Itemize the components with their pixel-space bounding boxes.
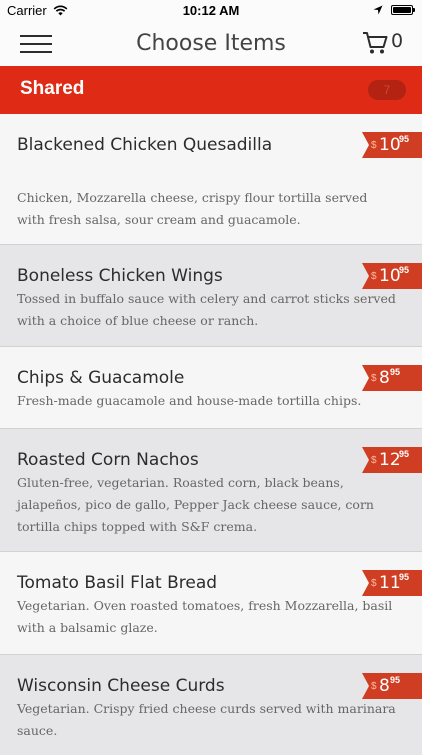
item-description: Vegetarian. Crispy fried cheese curds se… [17,701,396,738]
item-description: Gluten-free, vegetarian. Roasted corn, b… [17,475,374,534]
item-description: Chicken, Mozzarella cheese, crispy flour… [17,190,368,227]
battery-icon [391,5,415,15]
menu-item[interactable]: Chips & Guacamole $ 8 95 Fresh-made guac… [0,347,422,429]
price-tag: $ 10 95 [362,132,422,158]
price-tag: $ 8 95 [362,673,422,699]
item-name: Wisconsin Cheese Curds [17,676,225,696]
menu-item[interactable]: Boneless Chicken Wings $ 10 95 Tossed in… [0,245,422,347]
currency-symbol: $ [371,271,377,282]
navigation-bar: Choose Items 0 [0,22,422,66]
item-description: Fresh-made guacamole and house-made tort… [17,393,362,408]
section-count-badge: 7 [368,80,406,100]
item-name: Tomato Basil Flat Bread [17,573,218,593]
price-tag: $ 10 95 [362,263,422,289]
item-description: Vegetarian. Oven roasted tomatoes, fresh… [17,598,393,635]
price-dollars: 10 [379,135,401,155]
price-dollars: 8 [379,368,390,388]
menu-item[interactable]: Blackened Chicken Quesadilla $ 10 95 Chi… [0,114,422,245]
location-arrow-icon [373,5,383,15]
page-title: Choose Items [136,31,286,56]
item-description: Tossed in buffalo sauce with celery and … [17,291,396,328]
currency-symbol: $ [371,455,377,466]
section-header-shared[interactable]: Shared 7 [0,66,422,114]
item-name: Roasted Corn Nachos [17,450,199,470]
item-name: Blackened Chicken Quesadilla [17,135,273,155]
price-dollars: 11 [379,573,401,593]
menu-item[interactable]: Wisconsin Cheese Curds $ 8 95 Vegetarian… [0,655,422,755]
menu-item[interactable]: Tomato Basil Flat Bread $ 11 95 Vegetari… [0,552,422,655]
price-dollars: 8 [379,676,390,696]
price-tag: $ 12 95 [362,447,422,473]
currency-symbol: $ [371,373,377,384]
section-title: Shared [20,78,85,99]
price-cents: 95 [399,449,410,459]
price-cents: 95 [399,134,410,144]
menu-item[interactable]: Roasted Corn Nachos $ 12 95 Gluten-free,… [0,429,422,552]
clock: 10:12 AM [182,3,240,18]
price-cents: 95 [399,265,410,275]
menu-item-list: Blackened Chicken Quesadilla $ 10 95 Chi… [0,114,422,755]
currency-symbol: $ [371,140,377,151]
item-name: Boneless Chicken Wings [17,266,223,286]
price-cents: 95 [390,675,401,685]
price-cents: 95 [399,572,410,582]
item-name: Chips & Guacamole [17,368,185,388]
currency-symbol: $ [371,578,377,589]
shopping-cart-icon[interactable] [362,31,388,55]
cart-count: 0 [391,30,404,52]
price-dollars: 12 [379,450,401,470]
price-tag: $ 11 95 [362,570,422,596]
currency-symbol: $ [371,681,377,692]
status-bar: Carrier 10:12 AM [0,0,422,22]
price-cents: 95 [390,367,401,377]
price-tag: $ 8 95 [362,365,422,391]
price-dollars: 10 [379,266,401,286]
